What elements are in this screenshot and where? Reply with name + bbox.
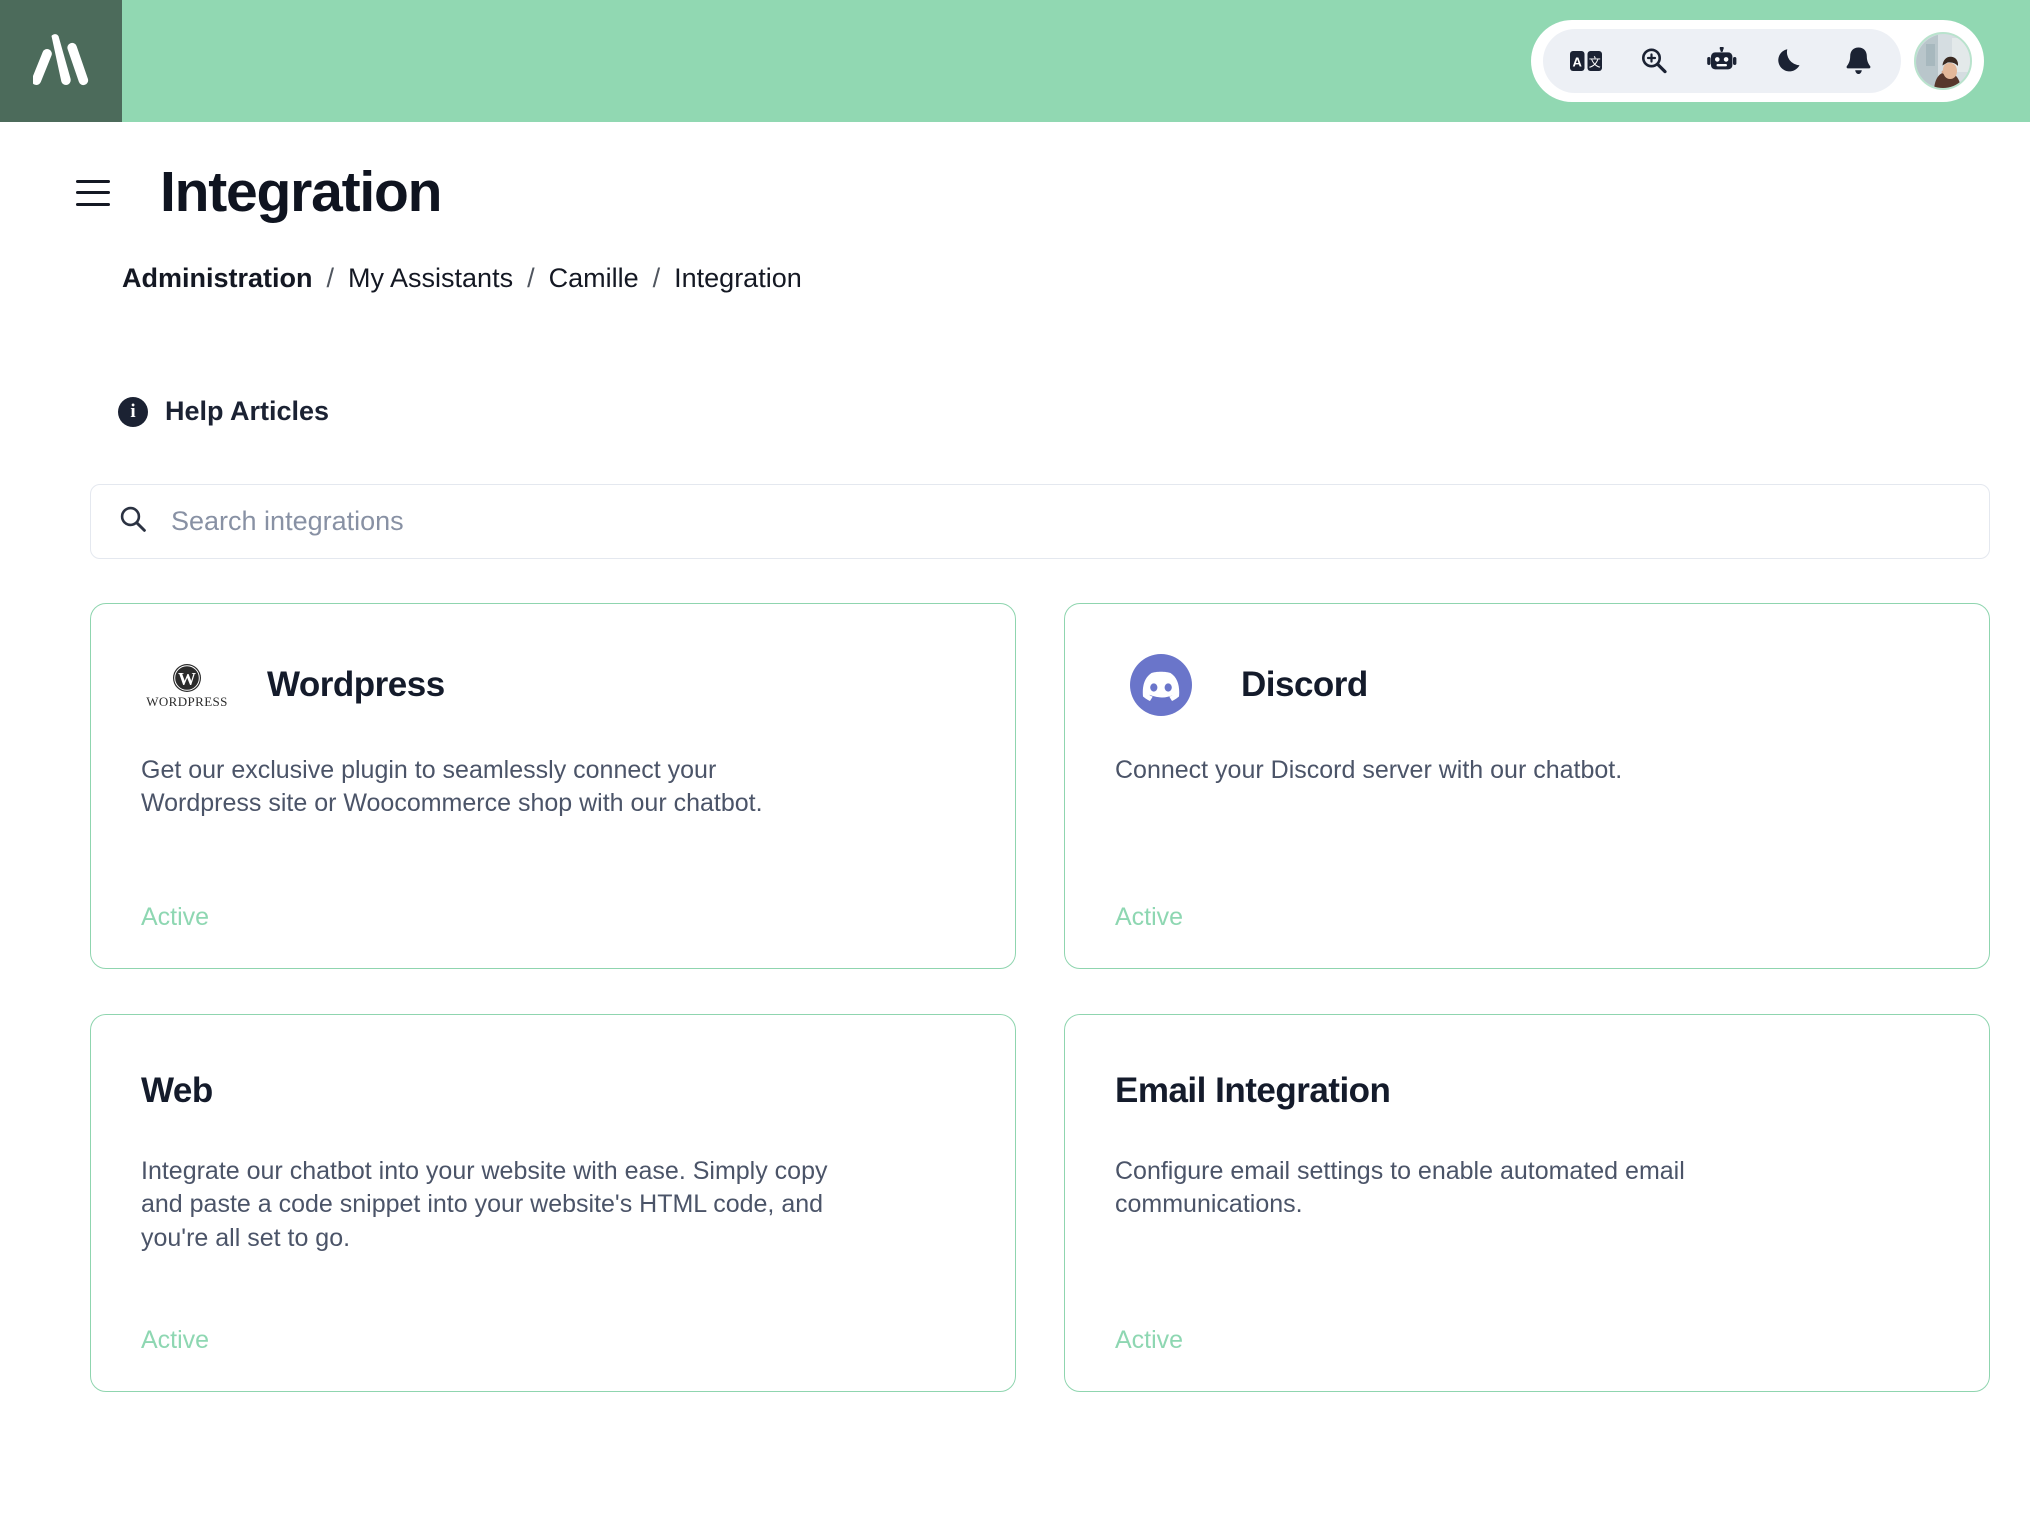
card-title: Wordpress	[267, 665, 445, 704]
info-icon: i	[118, 396, 148, 427]
hamburger-line	[76, 202, 110, 206]
help-articles-link[interactable]: i Help Articles	[0, 396, 2030, 427]
card-header: Email Integration	[1115, 1061, 1939, 1121]
card-header: Web	[141, 1061, 965, 1121]
breadcrumb-item-integration[interactable]: Integration	[674, 263, 802, 294]
header-toolbar-pill: A 文	[1543, 29, 1901, 93]
search-integrations-field[interactable]	[90, 484, 1990, 559]
card-title: Discord	[1241, 665, 1368, 704]
svg-text:文: 文	[1589, 55, 1601, 70]
card-description: Integrate our chatbot into your website …	[141, 1157, 828, 1252]
breadcrumb-separator: /	[652, 263, 661, 293]
breadcrumb-item-my-assistants[interactable]: My Assistants	[348, 263, 513, 294]
avatar[interactable]	[1911, 29, 1975, 93]
avatar-image	[1914, 32, 1972, 90]
help-articles-label: Help Articles	[165, 396, 330, 426]
card-description: Connect your Discord server with our cha…	[1115, 756, 1623, 784]
hamburger-line	[76, 191, 110, 194]
bell-icon[interactable]	[1841, 44, 1875, 78]
breadcrumb-item-camille[interactable]: Camille	[549, 263, 639, 294]
discord-logo-icon	[1115, 650, 1207, 720]
zoom-in-icon[interactable]	[1637, 44, 1671, 78]
integration-card-discord[interactable]: Discord Connect your Discord server with…	[1064, 603, 1990, 969]
integration-card-wordpress[interactable]: W WordPress Wordpress Get our exclusive …	[90, 603, 1016, 969]
card-title: Email Integration	[1115, 1071, 1391, 1110]
integration-card-email[interactable]: Email Integration Configure email settin…	[1064, 1014, 1990, 1392]
wordpress-logo-icon: W WordPress	[141, 650, 233, 720]
status-badge: Active	[1115, 1326, 1184, 1354]
breadcrumb-separator: /	[326, 263, 335, 293]
status-badge: Active	[141, 903, 210, 931]
top-header-bar: A 文	[0, 0, 2030, 122]
wordpress-wordmark: WordPress	[146, 693, 228, 709]
breadcrumb-item-administration[interactable]: Administration	[122, 263, 313, 294]
integrations-grid: W WordPress Wordpress Get our exclusive …	[90, 603, 1990, 1392]
status-badge: Active	[141, 1326, 210, 1354]
header-toolbar: A 文	[1531, 20, 1984, 102]
search-input[interactable]	[171, 506, 1989, 537]
svg-text:A: A	[1573, 55, 1583, 70]
card-description: Get our exclusive plugin to seamlessly c…	[141, 756, 763, 818]
hamburger-line	[76, 179, 110, 183]
card-description: Configure email settings to enable autom…	[1115, 1157, 1685, 1219]
search-icon	[119, 505, 147, 538]
status-badge: Active	[1115, 903, 1184, 931]
card-title: Web	[141, 1071, 213, 1110]
page-title-row: Integration	[0, 164, 2030, 221]
integration-card-web[interactable]: Web Integrate our chatbot into your webs…	[90, 1014, 1016, 1392]
svg-text:W: W	[178, 669, 196, 689]
moon-icon[interactable]	[1773, 44, 1807, 78]
breadcrumb-separator: /	[527, 263, 535, 293]
card-header: Discord	[1115, 650, 1939, 720]
logo-mark-icon	[33, 34, 89, 86]
robot-icon[interactable]	[1705, 44, 1739, 78]
page-title: Integration	[160, 160, 442, 224]
app-logo[interactable]	[0, 0, 122, 122]
translate-icon[interactable]: A 文	[1569, 44, 1603, 78]
menu-toggle-icon[interactable]	[76, 179, 110, 206]
breadcrumb: Administration / My Assistants / Camille…	[0, 263, 2030, 294]
card-header: W WordPress Wordpress	[141, 650, 965, 720]
